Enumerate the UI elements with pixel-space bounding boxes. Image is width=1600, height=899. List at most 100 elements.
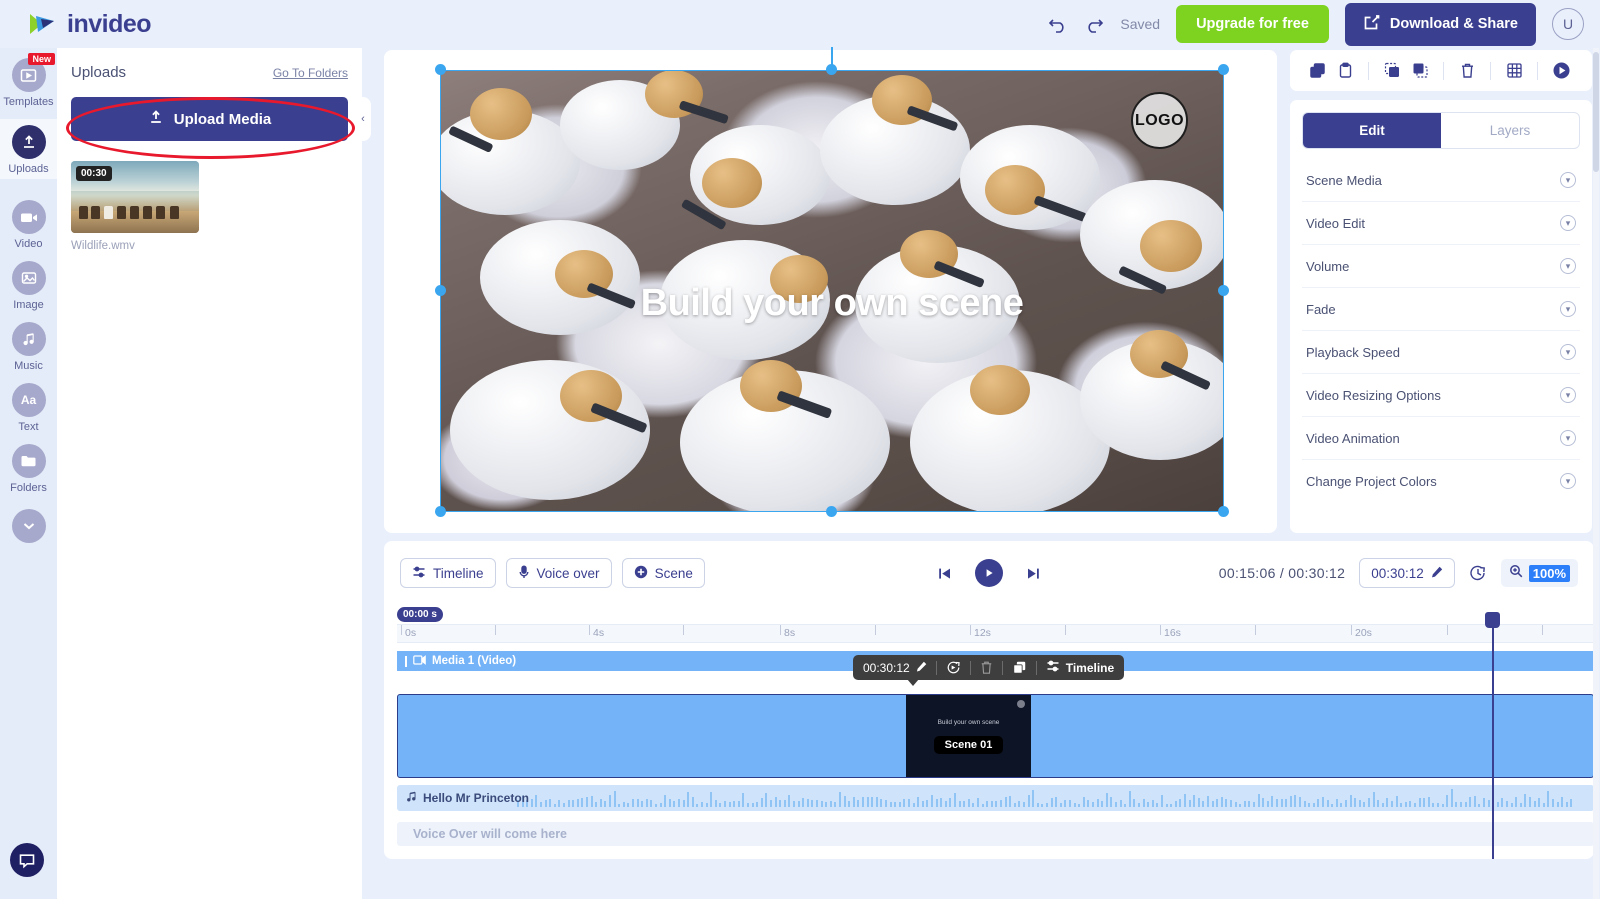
duplicate-icon[interactable]: [1303, 57, 1331, 85]
chevron-down-icon: ▾: [1560, 344, 1576, 360]
brand-logo-group[interactable]: invideo: [16, 9, 152, 39]
chevron-down-icon: ▾: [1560, 301, 1576, 317]
sidebar-more-button[interactable]: [0, 509, 57, 543]
scene-headline-text[interactable]: Build your own scene: [440, 282, 1224, 325]
undo-button[interactable]: [1048, 15, 1068, 33]
clip-duration-field[interactable]: 00:30:12: [863, 661, 927, 675]
sidebar-item-uploads[interactable]: Uploads: [0, 119, 57, 179]
sidebar-label-templates: Templates: [3, 96, 54, 108]
option-label: Video Animation: [1306, 430, 1400, 446]
send-to-back-icon[interactable]: [1406, 57, 1434, 85]
voice-over-button[interactable]: Voice over: [505, 558, 612, 588]
logo-watermark[interactable]: LOGO: [1131, 92, 1188, 149]
preview-play-icon[interactable]: [1547, 57, 1575, 85]
timeline-audio-track[interactable]: Hello Mr Princeton: [397, 785, 1594, 811]
timeline-clip-media-1[interactable]: Build your own scene Scene 01: [397, 694, 1594, 778]
tab-edit[interactable]: Edit: [1303, 113, 1441, 148]
resize-handle-middle-left[interactable]: [435, 285, 446, 296]
timeline-ruler[interactable]: 0s 4s 8s 12s 16s 20s: [397, 624, 1594, 643]
upload-media-item[interactable]: 00:30 Wildlife.wmv: [71, 161, 199, 252]
redo-button[interactable]: [1084, 15, 1104, 33]
bring-to-front-icon[interactable]: [1378, 57, 1406, 85]
option-change-project-colors[interactable]: Change Project Colors ▾: [1302, 460, 1580, 502]
sidebar-item-folders[interactable]: Folders: [0, 444, 57, 494]
bird-head: [970, 365, 1030, 415]
zoom-control[interactable]: 100%: [1500, 559, 1578, 587]
time-readout: 00:15:06 / 00:30:12: [1219, 565, 1345, 581]
voice-over-label: Voice over: [536, 565, 600, 581]
resize-handle-bottom-center[interactable]: [826, 506, 837, 517]
thumbnail-detail: [91, 205, 100, 219]
app-header: invideo Saved Upgrade for free Download …: [0, 0, 1600, 48]
clip-timeline-button[interactable]: Timeline: [1046, 659, 1114, 676]
zoom-in-icon: [1509, 564, 1523, 583]
current-time: 00:15:06: [1218, 565, 1276, 581]
upgrade-button[interactable]: Upgrade for free: [1176, 5, 1329, 43]
option-video-edit[interactable]: Video Edit ▾: [1302, 202, 1580, 245]
pencil-icon[interactable]: [1431, 566, 1443, 581]
resize-handle-top-left[interactable]: [435, 64, 446, 75]
replace-icon[interactable]: [946, 660, 961, 675]
resize-handle-middle-right[interactable]: [1218, 285, 1229, 296]
ruler-label-16s: 16s: [1164, 627, 1181, 639]
grid-icon[interactable]: [1500, 57, 1528, 85]
pencil-icon[interactable]: [916, 661, 927, 675]
clip-context-toolbar: 00:30:12 Timeline: [853, 655, 1125, 680]
sidebar-item-image[interactable]: Image: [0, 261, 57, 311]
page-scrollbar-track[interactable]: [1593, 48, 1599, 899]
page-scrollbar-thumb[interactable]: [1593, 52, 1599, 172]
sidebar-item-templates[interactable]: New Templates: [0, 53, 57, 108]
avatar[interactable]: U: [1552, 8, 1584, 40]
duration-field[interactable]: 00:30:12: [1359, 558, 1455, 588]
brand-name: invideo: [67, 9, 152, 38]
image-icon: [11, 261, 46, 295]
timeline-voiceover-track[interactable]: Voice Over will come here: [397, 822, 1594, 846]
audio-track-label: Hello Mr Princeton: [397, 791, 529, 806]
resize-handle-bottom-left[interactable]: [435, 506, 446, 517]
option-volume[interactable]: Volume ▾: [1302, 245, 1580, 288]
play-button[interactable]: [975, 559, 1003, 587]
bird-head: [1140, 220, 1202, 272]
media-filename: Wildlife.wmv: [71, 240, 135, 252]
sidebar-label-image: Image: [13, 299, 44, 311]
tab-layers[interactable]: Layers: [1441, 113, 1579, 148]
sidebar-item-text[interactable]: Aa Text: [0, 383, 57, 433]
download-share-label: Download & Share: [1389, 16, 1518, 32]
skip-previous-icon[interactable]: [937, 566, 952, 581]
clip-mute-icon[interactable]: [1017, 700, 1025, 708]
chat-bubble-icon[interactable]: [10, 843, 44, 877]
resize-handle-top-center[interactable]: [826, 64, 837, 75]
chevron-down-icon: ▾: [1560, 430, 1576, 446]
sidebar-item-video[interactable]: Video: [0, 200, 57, 250]
history-clock-icon[interactable]: [1469, 564, 1487, 582]
option-fade[interactable]: Fade ▾: [1302, 288, 1580, 331]
go-to-folders-link[interactable]: Go To Folders: [273, 66, 348, 80]
resize-handle-bottom-right[interactable]: [1218, 506, 1229, 517]
zoom-value[interactable]: 100%: [1528, 564, 1570, 582]
timeline-button[interactable]: Timeline: [400, 558, 496, 588]
option-video-animation[interactable]: Video Animation ▾: [1302, 417, 1580, 460]
resize-handle-top-right[interactable]: [1218, 64, 1229, 75]
clip-timeline-label: Timeline: [1065, 660, 1115, 675]
upload-media-button[interactable]: Upload Media: [71, 97, 348, 141]
skip-next-icon[interactable]: [1026, 566, 1041, 581]
transport-controls: [937, 559, 1041, 587]
trash-icon[interactable]: [980, 660, 993, 675]
chevron-down-icon: ▾: [1560, 387, 1576, 403]
paste-icon[interactable]: [1331, 57, 1359, 85]
download-share-button[interactable]: Download & Share: [1344, 2, 1536, 46]
properties-panel: Edit Layers Scene Media ▾ Video Edit ▾ V…: [1290, 100, 1592, 533]
video-preview[interactable]: LOGO Build your own scene: [440, 70, 1224, 512]
option-playback-speed[interactable]: Playback Speed ▾: [1302, 331, 1580, 374]
panel-collapse-button[interactable]: ‹: [355, 97, 371, 141]
trash-icon[interactable]: [1453, 57, 1481, 85]
duplicate-icon[interactable]: [1012, 660, 1027, 675]
add-scene-button[interactable]: Scene: [621, 558, 705, 588]
sidebar-item-music[interactable]: Music: [0, 322, 57, 372]
option-scene-media[interactable]: Scene Media ▾: [1302, 159, 1580, 202]
scene-name-chip[interactable]: Scene 01: [933, 735, 1004, 754]
bird-head: [702, 158, 762, 208]
option-video-resizing-options[interactable]: Video Resizing Options ▾: [1302, 374, 1580, 417]
toolbar-divider: [1490, 61, 1491, 80]
invideo-logo-icon: [28, 11, 58, 37]
